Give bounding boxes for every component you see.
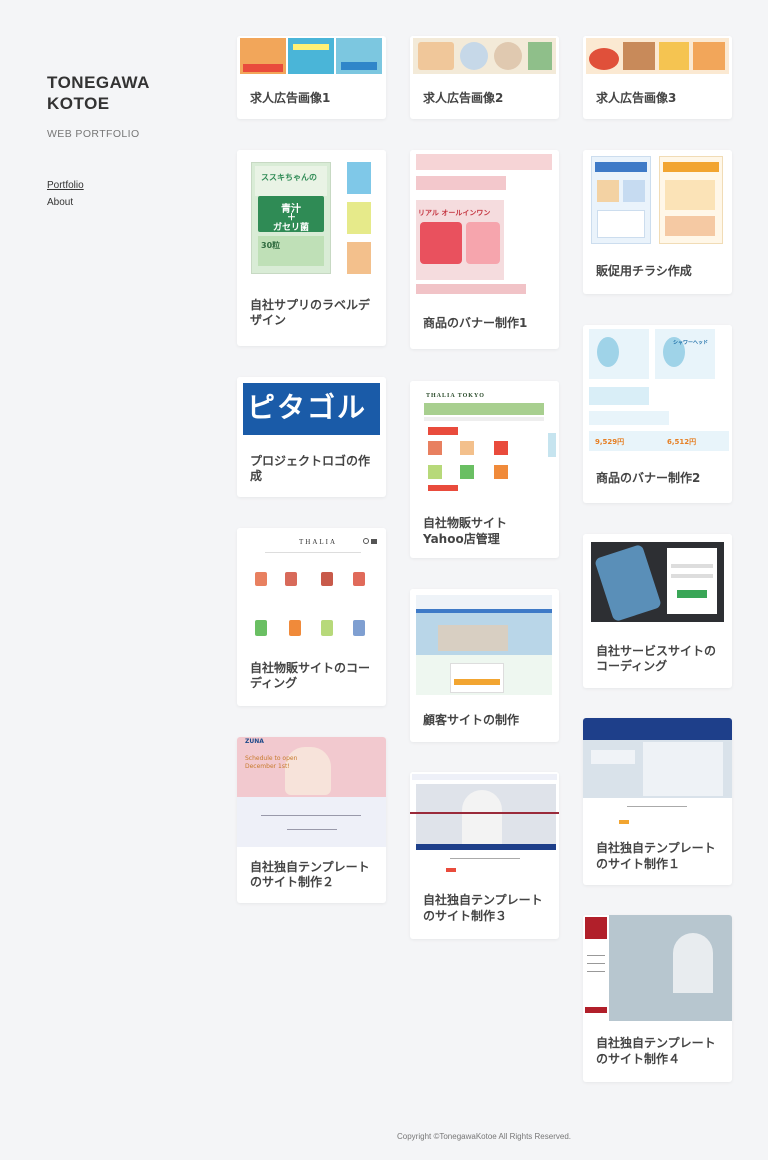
banner-headline: リアル オールインワン [418, 209, 491, 217]
work-card[interactable]: THALIA TOKYO 自社物販サイトYahoo店管理 [410, 381, 559, 558]
work-title: 求人広告画像2 [423, 90, 504, 105]
work-card[interactable]: ススキちゃんの 青汁 ＋ ガセリ菌 30粒 自社サプリのラベルデザイン [237, 150, 386, 346]
work-thumbnail [583, 36, 732, 78]
work-card[interactable]: 求人広告画像2 [410, 36, 559, 119]
work-card[interactable]: 顧客サイトの制作 [410, 589, 559, 742]
work-title: 求人広告画像1 [250, 90, 331, 105]
banner-product-name: シャワーヘッド [673, 340, 709, 346]
template-logo: ZUNA [245, 738, 264, 745]
work-title: 自社物販サイトのコーディング [250, 660, 371, 691]
logo-wordmark: ピタゴル [247, 391, 368, 424]
site-title[interactable]: TONEGAWA KOTOE [47, 72, 207, 114]
work-title: 自社サプリのラベルデザイン [250, 297, 371, 328]
work-card[interactable]: THALIA 自社物販サイトのコーディング [237, 528, 386, 706]
work-title: 自社独自テンプレートのサイト制作２ [250, 859, 370, 890]
work-thumbnail [410, 36, 559, 78]
work-thumbnail [237, 36, 386, 78]
template-headline-1: Schedule to open [245, 755, 298, 762]
work-thumbnail [410, 589, 559, 699]
label-count: 30粒 [261, 241, 281, 250]
work-thumbnail [583, 534, 732, 630]
template-headline-2: December 1st! [245, 763, 290, 770]
work-title: 自社独自テンプレートのサイト制作４ [596, 1036, 716, 1066]
work-card[interactable]: 求人広告画像3 [583, 36, 732, 119]
work-card[interactable]: 自社独自テンプレートのサイト制作３ [410, 772, 559, 939]
work-title: 自社物販サイトYahoo店管理 [423, 516, 508, 546]
work-thumbnail: シャワーヘッド 9,529円 6,512円 [583, 325, 732, 455]
work-thumbnail: リアル オールインワン [410, 150, 559, 298]
work-title: 自社独自テンプレートのサイト制作１ [596, 841, 716, 871]
label-ingredient: ガセリ菌 [273, 223, 310, 233]
site-subtitle: WEB PORTFOLIO [47, 128, 140, 140]
work-title: 自社独自テンプレートのサイト制作３ [423, 893, 543, 923]
work-card[interactable]: 求人広告画像1 [237, 36, 386, 119]
nav-about-link[interactable]: About [47, 197, 207, 208]
work-title: 商品のバナー制作1 [423, 315, 528, 330]
work-thumbnail: ススキちゃんの 青汁 ＋ ガセリ菌 30粒 [237, 150, 386, 280]
sidebar: TONEGAWA KOTOE WEB PORTFOLIO Portfolio A… [47, 72, 207, 214]
work-card[interactable]: 自社独自テンプレートのサイト制作４ [583, 915, 732, 1082]
work-thumbnail: ピタゴル [237, 377, 386, 441]
work-card[interactable]: ZUNA Schedule to open December 1st! 自社独自… [237, 737, 386, 903]
work-title: 販促用チラシ作成 [596, 264, 692, 279]
shop-logo: THALIA [299, 538, 338, 546]
work-card[interactable]: シャワーヘッド 9,529円 6,512円 商品のバナー制作2 [583, 325, 732, 503]
work-thumbnail: ZUNA Schedule to open December 1st! [237, 737, 386, 847]
banner-price-2: 6,512円 [667, 438, 697, 446]
nav-portfolio-link[interactable]: Portfolio [47, 180, 207, 191]
work-title: 商品のバナー制作2 [596, 471, 701, 486]
main-nav: Portfolio About [47, 180, 207, 208]
work-title: 顧客サイトの制作 [423, 712, 520, 727]
banner-price-1: 9,529円 [595, 438, 625, 446]
work-card[interactable]: 販促用チラシ作成 [583, 150, 732, 294]
work-card[interactable]: 自社独自テンプレートのサイト制作１ [583, 718, 732, 885]
work-card[interactable]: 自社サービスサイトのコーディング [583, 534, 732, 688]
work-title: 求人広告画像3 [596, 90, 677, 105]
yahoo-shop-logo: THALIA TOKYO [426, 393, 485, 399]
work-title: 自社サービスサイトのコーディング [596, 643, 717, 674]
work-thumbnail: THALIA [237, 528, 386, 646]
work-thumbnail [583, 915, 732, 1021]
footer-copyright: Copyright ©TonegawaKotoe All Rights Rese… [397, 1132, 571, 1141]
work-card[interactable]: ピタゴル プロジェクトロゴの作成 [237, 377, 386, 497]
work-thumbnail [410, 772, 559, 878]
work-thumbnail [583, 718, 732, 828]
work-card[interactable]: リアル オールインワン 商品のバナー制作1 [410, 150, 559, 349]
work-thumbnail: THALIA TOKYO [410, 381, 559, 505]
work-thumbnail [583, 150, 732, 250]
work-title: プロジェクトロゴの作成 [250, 453, 371, 484]
label-tagline: ススキちゃんの [261, 173, 317, 182]
